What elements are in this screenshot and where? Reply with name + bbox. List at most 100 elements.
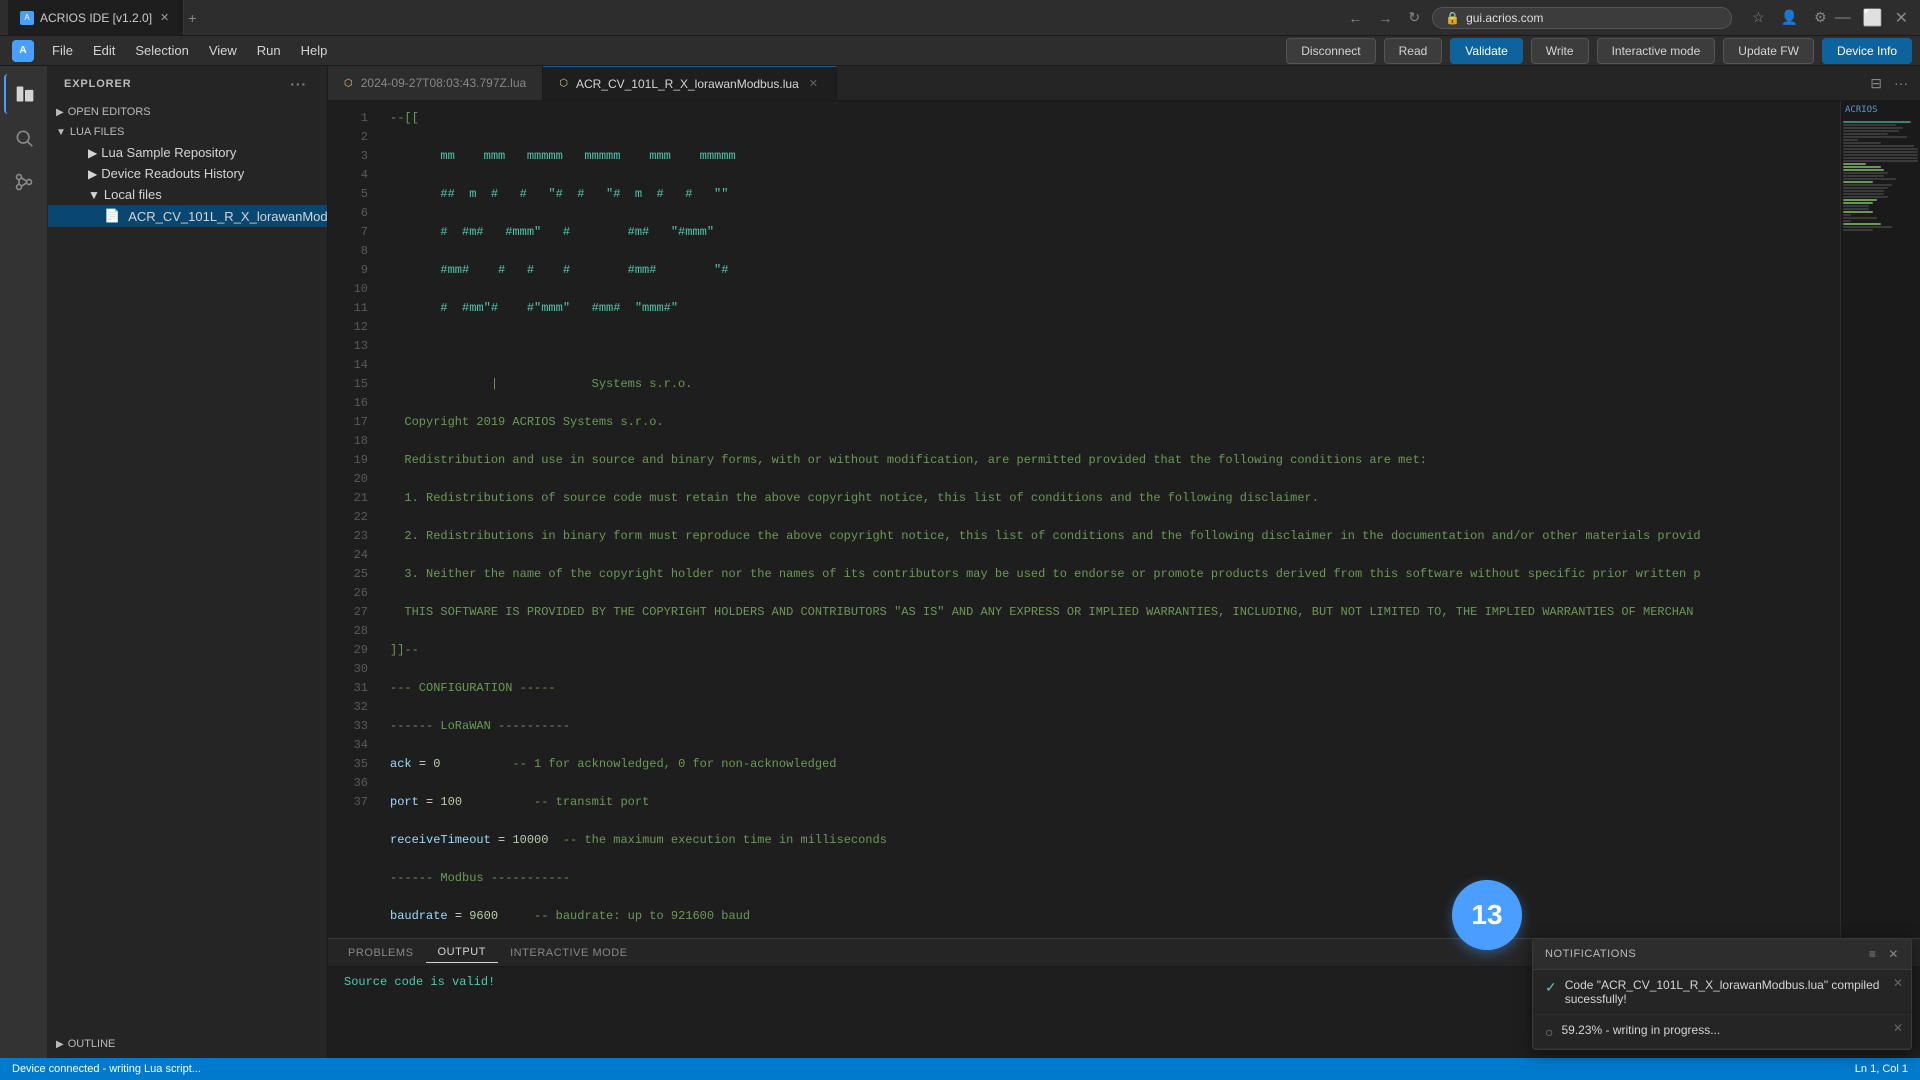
- notification-item-1: ○ 59.23% - writing in progress... ✕: [1533, 1015, 1911, 1049]
- panel-tab-interactive[interactable]: INTERACTIVE MODE: [498, 943, 640, 963]
- read-button[interactable]: Read: [1384, 38, 1443, 64]
- outline-section: ▶ OUTLINE: [48, 1030, 327, 1058]
- forward-btn[interactable]: →: [1374, 6, 1396, 30]
- editor-tab-1[interactable]: ⬡ ACR_CV_101L_R_X_lorawanModbus.lua ✕: [543, 66, 837, 100]
- extensions-btn[interactable]: ⚙: [1810, 5, 1831, 30]
- sidebar-more-icon[interactable]: ···: [286, 74, 311, 94]
- open-editors-header[interactable]: ▶ OPEN EDITORS: [48, 102, 327, 122]
- validate-button[interactable]: Validate: [1450, 38, 1522, 64]
- profile-btn[interactable]: 👤: [1777, 5, 1802, 30]
- device-info-button[interactable]: Device Info: [1822, 38, 1912, 64]
- menu-help[interactable]: Help: [291, 39, 338, 62]
- bookmark-btn[interactable]: ☆: [1748, 5, 1769, 30]
- panel-tab-output[interactable]: OUTPUT: [426, 942, 499, 963]
- reload-btn[interactable]: ↻: [1404, 5, 1424, 30]
- tab-favicon: A: [20, 11, 34, 25]
- sidebar: EXPLORER ··· ▶ OPEN EDITORS ▼ LUA FILES: [48, 66, 328, 1058]
- notif-text-0: Code "ACR_CV_101L_R_X_lorawanModbus.lua"…: [1565, 978, 1899, 1006]
- browser-tab-active[interactable]: A ACRIOS IDE [v1.2.0] ✕: [8, 0, 184, 35]
- interactive-mode-button[interactable]: Interactive mode: [1597, 38, 1716, 64]
- code-editor[interactable]: 12345 678910 1112131415 1617181920 21222…: [328, 101, 1920, 938]
- menu-file[interactable]: File: [42, 39, 83, 62]
- lua-sample-label: Lua Sample Repository: [101, 145, 236, 160]
- notifications-title: NOTIFICATIONS: [1545, 948, 1636, 960]
- minimap-label: ACRIOS: [1841, 101, 1920, 119]
- status-left: Device connected - writing Lua script...: [12, 1063, 201, 1075]
- notif-info-icon: ○: [1545, 1024, 1553, 1040]
- window-controls: — ⬜ ✕: [1831, 4, 1912, 32]
- search-activity-icon[interactable]: [4, 118, 44, 158]
- notif-close-1[interactable]: ✕: [1893, 1021, 1903, 1035]
- notif-filter-icon[interactable]: ≡: [1869, 947, 1877, 961]
- lua-files-chevron: ▼: [56, 127, 66, 138]
- back-btn[interactable]: ←: [1344, 6, 1366, 30]
- notification-badge[interactable]: 13: [1452, 880, 1522, 950]
- explorer-activity-icon[interactable]: [4, 74, 44, 114]
- sidebar-item-device-readouts[interactable]: ▶ Device Readouts History: [48, 163, 327, 184]
- browser-controls: ☆ 👤 ⚙: [1740, 5, 1831, 30]
- tab-icon-1: ⬡: [559, 78, 568, 89]
- disconnect-button[interactable]: Disconnect: [1286, 38, 1375, 64]
- notif-success-icon: ✓: [1545, 979, 1557, 996]
- sidebar-item-local-files[interactable]: ▼ Local files: [48, 184, 327, 205]
- menu-run[interactable]: Run: [247, 39, 291, 62]
- menu-selection[interactable]: Selection: [125, 39, 198, 62]
- app-logo: A: [8, 36, 38, 66]
- lua-files-section: ▼ LUA FILES ▶ Lua Sample Repository ▶ De…: [48, 122, 327, 227]
- notifications-panel: NOTIFICATIONS ≡ ✕ ✓ Code "ACR_CV_101L_R_…: [1532, 938, 1912, 1050]
- minimap: ACRIOS: [1840, 101, 1920, 938]
- sidebar-header: EXPLORER ···: [48, 66, 327, 102]
- new-tab-btn[interactable]: +: [184, 6, 200, 30]
- app-container: A File Edit Selection View Run Help Disc…: [0, 36, 1920, 1080]
- split-editor-btn[interactable]: ⊟: [1866, 73, 1886, 94]
- sidebar-item-acr-file[interactable]: 📄 ACR_CV_101L_R_X_lorawanModbus.lua: [48, 205, 327, 227]
- menu-edit[interactable]: Edit: [83, 39, 125, 62]
- outline-header[interactable]: ▶ OUTLINE: [48, 1034, 327, 1054]
- browser-tabs: A ACRIOS IDE [v1.2.0] ✕ +: [8, 0, 1336, 35]
- panel-tab-problems[interactable]: PROBLEMS: [336, 943, 426, 963]
- menu-view[interactable]: View: [199, 39, 247, 62]
- close-tab-btn[interactable]: ✕: [158, 9, 171, 26]
- maximize-btn[interactable]: ⬜: [1859, 4, 1887, 32]
- sidebar-item-lua-sample[interactable]: ▶ Lua Sample Repository: [48, 142, 327, 163]
- address-lock-icon: 🔒: [1445, 11, 1460, 25]
- tab-close-1[interactable]: ✕: [807, 75, 820, 92]
- folder-open-icon: ▼: [88, 188, 100, 202]
- source-control-activity-icon[interactable]: [4, 162, 44, 202]
- lua-files-header[interactable]: ▼ LUA FILES: [48, 122, 327, 142]
- tab-bar-actions: ⊟ ···: [1858, 66, 1920, 100]
- editor-area: ⬡ 2024-09-27T08:03:43.797Z.lua ⬡ ACR_CV_…: [328, 66, 1920, 1058]
- update-fw-button[interactable]: Update FW: [1723, 38, 1814, 64]
- notif-close-all-icon[interactable]: ✕: [1888, 947, 1899, 961]
- notif-close-0[interactable]: ✕: [1893, 976, 1903, 990]
- browser-nav: ← → ↻ 🔒 gui.acrios.com: [1336, 5, 1740, 30]
- notifications-header: NOTIFICATIONS ≡ ✕: [1533, 939, 1911, 970]
- write-button[interactable]: Write: [1531, 38, 1589, 64]
- minimize-btn[interactable]: —: [1831, 5, 1855, 31]
- tab-bar: ⬡ 2024-09-27T08:03:43.797Z.lua ⬡ ACR_CV_…: [328, 66, 1920, 101]
- notif-header-icons: ≡ ✕: [1869, 947, 1899, 961]
- folder-icon-2: ▶: [88, 167, 97, 181]
- logo-icon: A: [12, 40, 34, 62]
- status-right: Ln 1, Col 1: [1855, 1063, 1908, 1075]
- address-bar[interactable]: 🔒 gui.acrios.com: [1432, 7, 1732, 29]
- open-editors-section: ▶ OPEN EDITORS: [48, 102, 327, 122]
- browser-chrome: A ACRIOS IDE [v1.2.0] ✕ + ← → ↻ 🔒 gui.ac…: [0, 0, 1920, 36]
- folder-icon: ▶: [88, 146, 97, 160]
- device-readouts-label: Device Readouts History: [101, 166, 244, 181]
- tab-title: ACRIOS IDE [v1.2.0]: [40, 11, 152, 25]
- editor-tab-0[interactable]: ⬡ 2024-09-27T08:03:43.797Z.lua: [328, 66, 543, 100]
- close-window-btn[interactable]: ✕: [1891, 4, 1912, 32]
- code-content[interactable]: --[[ mm mmm mmmmm mmmmm mmm mmmmm ## m #…: [378, 101, 1840, 938]
- lua-files-label: LUA FILES: [70, 126, 124, 138]
- tab-label-0: 2024-09-27T08:03:43.797Z.lua: [361, 76, 526, 90]
- open-editors-chevron: ▶: [56, 107, 64, 118]
- notif-text-1: 59.23% - writing in progress...: [1561, 1023, 1899, 1037]
- more-tabs-btn[interactable]: ···: [1890, 73, 1912, 93]
- acr-file-label: ACR_CV_101L_R_X_lorawanModbus.lua: [128, 209, 328, 224]
- outline-label: OUTLINE: [68, 1038, 116, 1050]
- notification-count: 13: [1471, 899, 1502, 931]
- notification-item-0: ✓ Code "ACR_CV_101L_R_X_lorawanModbus.lu…: [1533, 970, 1911, 1015]
- main-layout: EXPLORER ··· ▶ OPEN EDITORS ▼ LUA FILES: [0, 66, 1920, 1058]
- status-bar: Device connected - writing Lua script...…: [0, 1058, 1920, 1080]
